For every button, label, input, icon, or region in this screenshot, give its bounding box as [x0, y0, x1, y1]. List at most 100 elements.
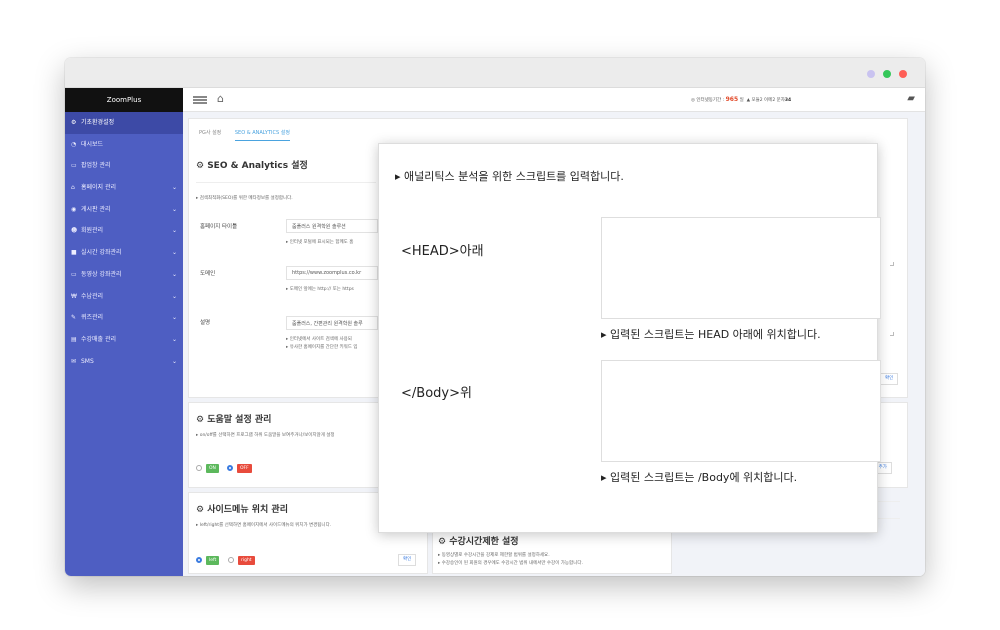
chevron-down-icon: ⌄	[171, 270, 177, 278]
time-limit-title: ⚙ 수강시간제한 설정	[438, 537, 519, 547]
home-icon: ⌂	[71, 184, 75, 192]
chevron-down-icon: ⌄	[171, 249, 177, 257]
radio-left[interactable]	[196, 557, 202, 563]
won-icon: ₩	[71, 292, 77, 300]
top-bar: ⌂ ◎ 인터넷동기간 : 965 일 ▲ 모듈2 이메2 문자34 ▰	[183, 88, 925, 112]
tab-seo-analytics[interactable]: SEO & ANALYTICS 설정	[234, 129, 290, 141]
quiz-icon: ✎	[71, 314, 77, 322]
time-limit-note-2: ▸ 수강승인이 된 회원의 경우에도 수강시간 범위 내에서만 수강이 가능합니…	[438, 561, 583, 566]
board-icon: ◉	[71, 205, 77, 213]
monitor-icon: ▭	[71, 270, 77, 278]
radio-right[interactable]	[228, 557, 234, 563]
sidebar-item-label: 퀴즈관리	[81, 314, 104, 322]
sidebar-item-label: 팝업창 관리	[81, 162, 111, 170]
settings-tabs: PG사 설정 SEO & ANALYTICS 설정	[199, 129, 302, 147]
field-label-description: 설명	[200, 320, 211, 326]
brand-logo: ZoomPlus	[65, 88, 183, 112]
sidebar-item-10[interactable]: ▤ 수강매출 관리 ⌄	[65, 329, 183, 351]
side-menu-confirm-button[interactable]: 확인	[398, 554, 417, 566]
left-badge: left	[206, 556, 220, 565]
sidebar-item-label: 홈페이지 관리	[81, 184, 117, 192]
domain-input[interactable]: https://www.zoomplus.co.kr	[286, 266, 378, 280]
description-input[interactable]: 줌플러스, 간편관리 원격학원 솔루	[286, 316, 378, 330]
window-dot-icon[interactable]	[899, 70, 907, 78]
sidebar-item-8[interactable]: ₩ 수납관리 ⌄	[65, 286, 183, 308]
field-help-description: ▸ 인터넷에서 사이트 검색에 사용되	[286, 337, 352, 342]
head-script-textarea[interactable]	[601, 217, 881, 319]
chevron-down-icon: ⌄	[171, 314, 177, 322]
chevron-down-icon: ⌄	[171, 292, 177, 300]
sidebar-item-label: 기초환경설정	[81, 119, 115, 126]
homepage-title-input[interactable]: 줌플러스 원격학원 솔루션	[286, 219, 378, 233]
dashboard-icon: ◔	[71, 140, 77, 148]
members-icon: ☻	[71, 227, 78, 235]
usage-info: ◎ 인터넷동기간 : 965 일 ▲ 모듈2 이메2 문자34	[691, 96, 792, 103]
sidebar-item-6[interactable]: ■ 실시간 강좌관리 ⌄	[65, 242, 183, 264]
video-icon: ■	[71, 249, 77, 257]
off-badge: OFF	[237, 464, 252, 473]
sidebar-item-label: 수납관리	[81, 292, 104, 300]
seo-title: ⚙ SEO & Analytics 설정	[196, 161, 308, 171]
head-script-help: ▸ 입력된 스크립트는 HEAD 아래에 위치합니다.	[601, 328, 821, 341]
sidebar-item-3[interactable]: ⌂ 홈페이지 관리 ⌄	[65, 177, 183, 199]
sidebar-item-label: 실시간 강좌관리	[81, 249, 122, 257]
sidebar-item-11[interactable]: ✉ SMS ⌄	[65, 351, 183, 373]
field-help-title: ▸ 인터넷 포털에 표시되는 함께도 홈	[286, 240, 354, 245]
body-script-help: ▸ 입력된 스크립트는 /Body에 위치합니다.	[601, 471, 798, 484]
chevron-down-icon: ⌄	[171, 335, 177, 343]
sidebar-item-label: SMS	[81, 357, 94, 365]
sidebar-nav: ⚙ 기초환경설정 ◔ 대시보드 ▭ 팝업창 관리 ⌂ 홈페이지 관리 ⌄ ◉ 게시판 관리 ⌄ ☻ 회원관…	[65, 112, 183, 372]
resize-grip-icon[interactable]	[890, 262, 894, 266]
side-menu-title: ⚙ 사이드메뉴 위치 관리	[196, 505, 288, 515]
hamburger-menu-icon[interactable]	[193, 96, 207, 104]
sidebar-item-9[interactable]: ✎ 퀴즈관리 ⌄	[65, 307, 183, 329]
sidebar-item-label: 수강매출 관리	[81, 335, 117, 343]
chevron-down-icon: ⌄	[171, 357, 177, 365]
sidebar-item-2[interactable]: ▭ 팝업창 관리	[65, 155, 183, 177]
divider	[196, 182, 376, 183]
radio-on[interactable]	[196, 465, 202, 471]
chevron-down-icon: ⌄	[171, 184, 177, 192]
time-limit-note-1: ▸ 동영상별로 수강시간을 강제로 제한할 범위를 설정하세요.	[438, 553, 550, 558]
window-dot-icon[interactable]	[867, 70, 875, 78]
analytics-script-modal: ▸ 애널리틱스 분석을 위한 스크립트를 입력합니다. <HEAD>아래 ▸ 입…	[378, 143, 881, 533]
body-script-textarea[interactable]	[601, 360, 881, 462]
chevron-down-icon: ⌄	[171, 227, 177, 235]
mail-icon: ✉	[71, 357, 77, 365]
radio-off[interactable]	[227, 465, 233, 471]
on-badge: ON	[206, 464, 219, 473]
field-label-title: 홈페이지 타이틀	[200, 224, 238, 230]
chart-icon: ▤	[71, 335, 77, 343]
sidebar-item-4[interactable]: ◉ 게시판 관리 ⌄	[65, 199, 183, 221]
tab-pg[interactable]: PG사 설정	[199, 129, 221, 140]
modal-intro: ▸ 애널리틱스 분석을 위한 스크립트를 입력합니다.	[395, 170, 624, 183]
sidebar-item-0[interactable]: ⚙ 기초환경설정	[65, 112, 183, 134]
head-script-label: <HEAD>아래	[401, 244, 484, 259]
popup-icon: ▭	[71, 162, 77, 170]
side-menu-note: ▸ left/right를 선택하면 홈페이지에서 사이드메뉴의 위치가 변경됩…	[196, 523, 332, 528]
field-help-description-2: ▸ 유사한 홈페이지를 간단한 키워드 입	[286, 345, 358, 350]
seo-confirm-button[interactable]: 확인	[880, 373, 899, 385]
right-badge: right	[238, 556, 255, 565]
chevron-down-icon: ⌄	[171, 205, 177, 213]
gear-icon: ⚙	[71, 119, 77, 126]
window-titlebar	[65, 58, 925, 88]
sidebar: ZoomPlus ⚙ 기초환경설정 ◔ 대시보드 ▭ 팝업창 관리 ⌂ 홈페이지 관리 ⌄ ◉ 게시…	[65, 88, 183, 576]
sidebar-item-label: 동영상 강좌관리	[81, 270, 122, 278]
sidebar-item-label: 대시보드	[81, 140, 104, 148]
field-help-domain: ▸ 도메인 앞에는 http:// 또는 https	[286, 287, 354, 292]
window-dot-icon[interactable]	[883, 70, 891, 78]
field-label-domain: 도메인	[200, 271, 216, 277]
sidebar-item-1[interactable]: ◔ 대시보드	[65, 134, 183, 156]
print-icon[interactable]: ▰	[907, 93, 915, 104]
help-settings-title: ⚙ 도움말 설정 관리	[196, 415, 272, 425]
sidebar-item-5[interactable]: ☻ 회원관리 ⌄	[65, 220, 183, 242]
help-settings-note: ▸ on/off를 선택하면 프로그램 하위 도움말을 보여주거나/보이지않게 …	[196, 433, 335, 438]
body-script-label: </Body>위	[401, 386, 472, 401]
sidebar-item-label: 게시판 관리	[81, 205, 111, 213]
seo-note: ▸ 검색최적화(SEO)를 위한 메타정보를 설정합니다.	[196, 196, 293, 201]
resize-grip-icon[interactable]	[890, 332, 894, 336]
sidebar-item-label: 회원관리	[81, 227, 104, 235]
home-icon[interactable]: ⌂	[217, 92, 224, 105]
sidebar-item-7[interactable]: ▭ 동영상 강좌관리 ⌄	[65, 264, 183, 286]
